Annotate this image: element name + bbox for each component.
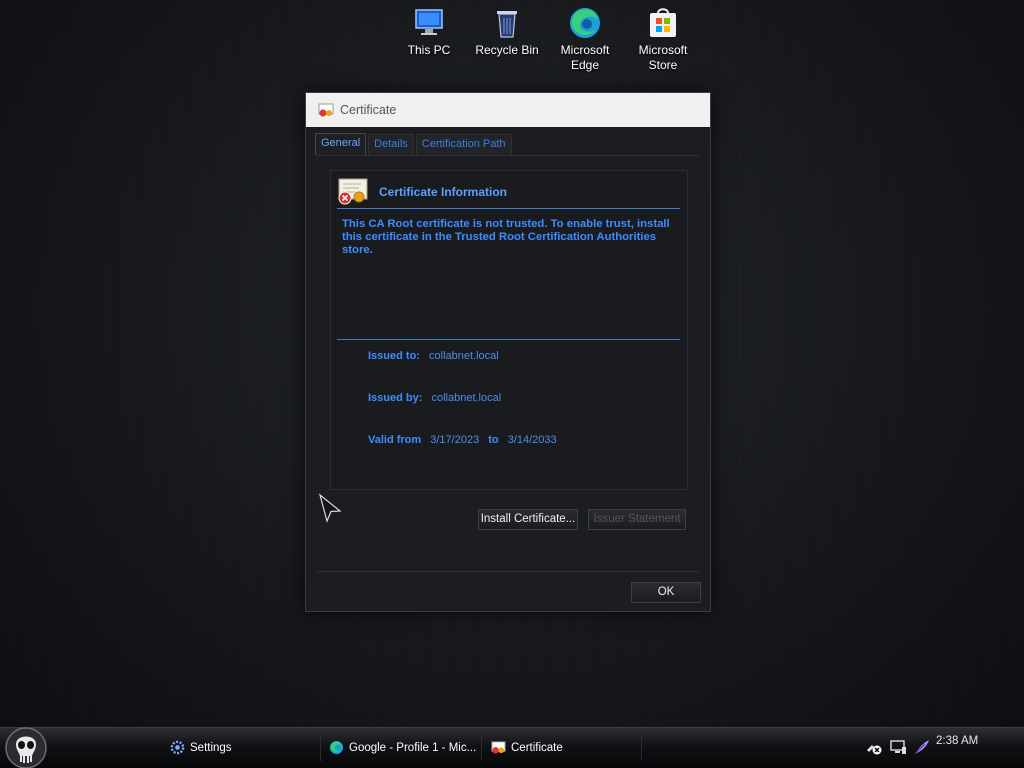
feather-pen-icon[interactable] [913, 738, 931, 756]
valid-from-label: Valid from [368, 434, 422, 446]
desktop-icon-label: Microsoft Store [638, 43, 688, 72]
tab-details[interactable]: Details [368, 134, 414, 155]
issued-by-label: Issued by: [368, 392, 423, 404]
this-pc-icon [415, 9, 443, 35]
certificate-icon [318, 103, 334, 117]
trust-warning-text: This CA Root certificate is not trusted.… [342, 218, 670, 256]
valid-to-label: to [488, 434, 499, 446]
system-tray [865, 736, 937, 758]
install-certificate-button[interactable]: Install Certificate... [478, 509, 578, 530]
network-disconnected-icon[interactable] [865, 738, 883, 756]
mouse-cursor-icon [318, 493, 342, 523]
certificate-icon [491, 741, 506, 754]
taskbar-item-label: Google - Profile 1 - Mic... [349, 741, 477, 754]
valid-from-value: 3/17/2023 [430, 434, 480, 446]
edge-icon [570, 8, 600, 38]
ok-button[interactable]: OK [631, 582, 701, 603]
issued-by-row: Issued by: collabnet.local [368, 392, 501, 404]
issued-to-value: collabnet.local [429, 350, 499, 362]
issued-to-label: Issued to: [368, 350, 420, 362]
dialog-title: Certificate [340, 103, 397, 117]
dialog-footer-divider [316, 571, 700, 572]
divider [337, 339, 680, 340]
validity-row: Valid from 3/17/2023 to 3/14/2033 [368, 434, 557, 446]
issued-to-row: Issued to: collabnet.local [368, 350, 499, 362]
desktop-icon-store[interactable]: Microsoft Store [626, 6, 700, 73]
certificate-error-icon [338, 178, 368, 204]
display-monitor-icon[interactable] [889, 738, 907, 756]
store-icon [650, 8, 676, 37]
start-button-skull-icon[interactable] [2, 726, 50, 768]
desktop-icon-this-pc[interactable]: This PC [392, 6, 466, 58]
desktop-icon-recycle-bin[interactable]: Recycle Bin [470, 6, 544, 58]
taskbar-clock[interactable]: 2:38 AM [936, 735, 978, 747]
issued-by-value: collabnet.local [431, 392, 502, 404]
valid-to-value: 3/14/2033 [507, 434, 557, 446]
taskbar-item-google-edge[interactable]: Google - Profile 1 - Mic... [321, 734, 482, 761]
edge-icon [329, 740, 344, 755]
certificate-info-box: Certificate Information This CA Root cer… [330, 170, 688, 490]
taskbar-item-label: Settings [190, 741, 232, 754]
tab-general[interactable]: General [315, 133, 367, 155]
dialog-titlebar[interactable]: Certificate [306, 93, 710, 127]
desktop-icon-label: Recycle Bin [475, 43, 539, 57]
recycle-bin-icon [497, 11, 517, 38]
settings-gear-icon [170, 740, 185, 755]
dialog-tabs: General Details Certification Path [315, 133, 514, 155]
taskbar-item-certificate[interactable]: Certificate [483, 734, 642, 761]
certificate-dialog: Certificate General Details Certificatio… [305, 92, 711, 612]
taskbar-item-settings[interactable]: Settings [162, 734, 321, 761]
info-title: Certificate Information [379, 184, 508, 199]
desktop-icon-label: This PC [407, 43, 451, 57]
issuer-statement-button: Issuer Statement [588, 509, 686, 530]
info-header: Certificate Information [337, 175, 680, 209]
taskbar-item-label: Certificate [511, 741, 563, 754]
desktop-icon-edge[interactable]: Microsoft Edge [548, 6, 622, 73]
tab-certification-path[interactable]: Certification Path [415, 134, 512, 155]
desktop-icon-label: Microsoft Edge [560, 43, 610, 72]
